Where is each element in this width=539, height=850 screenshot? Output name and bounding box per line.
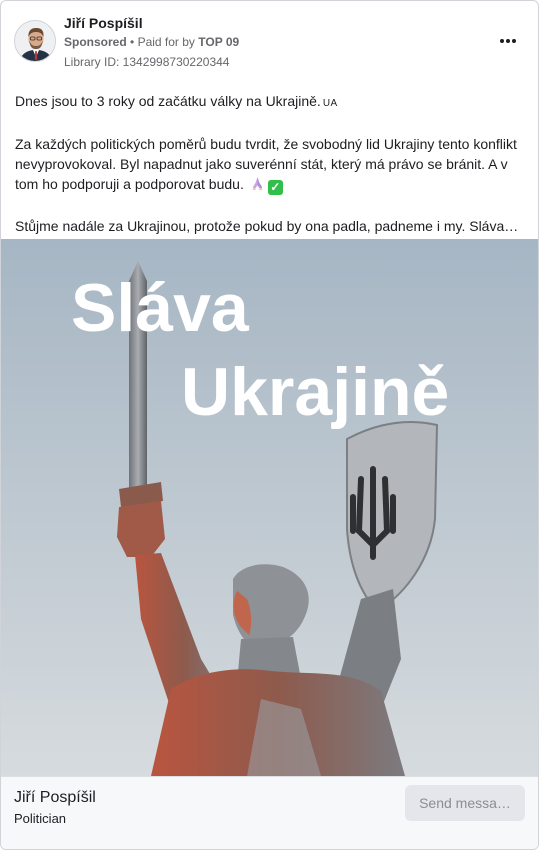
ad-image[interactable]: Sláva Ukrajině xyxy=(1,239,538,776)
ad-footer: Jiří Pospíšil Politician Send messa… xyxy=(1,776,538,849)
sponsored-label: Sponsored xyxy=(64,35,127,49)
more-options-icon[interactable] xyxy=(496,31,520,51)
check-mark-icon: ✓ xyxy=(267,180,283,195)
advertiser-avatar[interactable] xyxy=(14,20,56,62)
ad-header: Jiří Pospíšil Sponsored • Paid for by TO… xyxy=(1,1,538,81)
overlay-text-line-2: Ukrajině xyxy=(181,354,449,430)
ad-card: Jiří Pospíšil Sponsored • Paid for by TO… xyxy=(0,0,539,850)
post-paragraph-2-text: Za každých politických poměrů budu tvrdi… xyxy=(15,136,517,192)
meta-separator: • xyxy=(130,35,135,49)
footer-page-category: Politician xyxy=(14,811,67,826)
ua-flag-icon: UA xyxy=(322,98,338,109)
advertiser-name[interactable]: Jiří Pospíšil xyxy=(64,15,143,31)
send-message-button[interactable]: Send messa… xyxy=(405,785,525,821)
footer-page-name[interactable]: Jiří Pospíšil xyxy=(14,789,96,807)
post-paragraph-3: Stůjme nadále za Ukrajinou, protože poku… xyxy=(15,218,519,234)
paid-for-prefix: Paid for by xyxy=(137,35,195,49)
pray-icon xyxy=(250,176,265,196)
sponsored-meta: Sponsored • Paid for by TOP 09 xyxy=(64,35,239,49)
post-paragraph-2: Za každých politických poměrů budu tvrdi… xyxy=(15,134,527,196)
ad-body-text: Dnes jsou to 3 roky od začátku války na … xyxy=(15,91,527,236)
overlay-text-line-1: Sláva xyxy=(71,270,250,346)
post-line-1-text: Dnes jsou to 3 roky od začátku války na … xyxy=(15,93,321,109)
library-id: Library ID: 1342998730220344 xyxy=(64,55,230,69)
post-line-1: Dnes jsou to 3 roky od začátku války na … xyxy=(15,91,527,114)
paid-for-by: TOP 09 xyxy=(198,35,240,49)
